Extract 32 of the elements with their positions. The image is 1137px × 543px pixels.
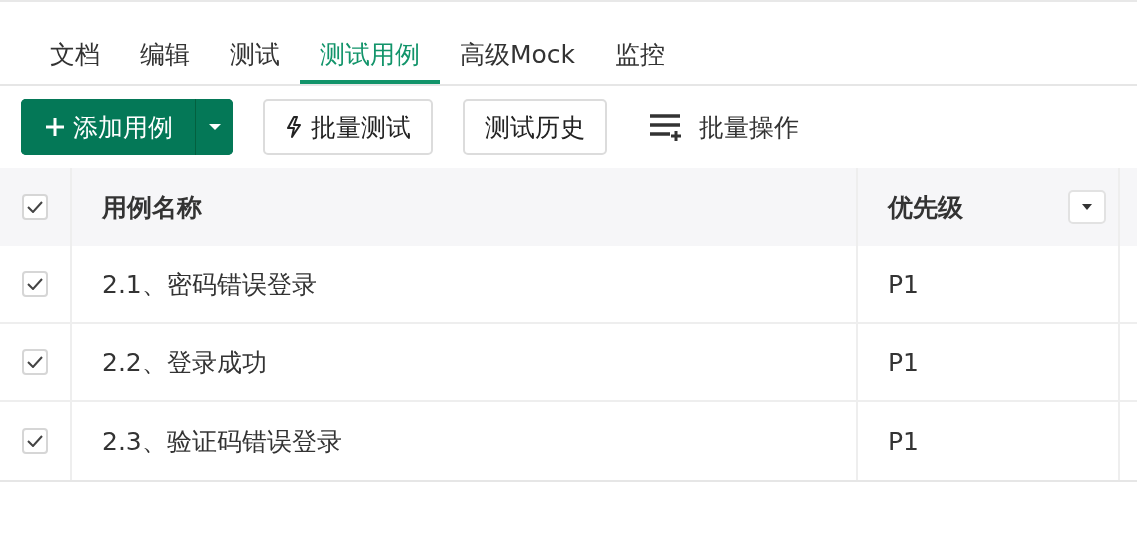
filter-dropdown-button[interactable] <box>1068 190 1106 224</box>
batch-operations-button[interactable]: 批量操作 <box>643 109 805 145</box>
checkbox[interactable] <box>22 428 48 454</box>
tab[interactable]: 测试 <box>210 28 300 84</box>
table-cell-text: 2.1、密码错误登录 <box>102 268 317 301</box>
plus-icon <box>45 117 65 137</box>
table-cell: P1 <box>888 269 919 299</box>
checkmark-icon <box>27 356 43 368</box>
tab[interactable]: 监控 <box>595 28 686 84</box>
tab[interactable]: 编辑 <box>120 28 210 84</box>
table-cell: P1 <box>888 347 919 377</box>
table-cell: P1 <box>888 426 919 456</box>
batch-test-button[interactable]: 批量测试 <box>263 99 433 155</box>
tab[interactable]: 测试用例 <box>300 28 440 84</box>
tab[interactable]: 高级Mock <box>440 28 596 84</box>
lightning-icon <box>285 116 303 138</box>
list-icon <box>649 113 683 141</box>
checkmark-icon <box>27 201 43 213</box>
checkbox[interactable] <box>22 271 48 297</box>
dropdown-button[interactable] <box>195 99 233 155</box>
checkbox[interactable] <box>22 349 48 375</box>
checkbox[interactable] <box>22 194 48 220</box>
checkmark-icon <box>27 435 43 447</box>
column-header: 优先级 <box>888 191 963 224</box>
caret-icon <box>207 123 222 131</box>
checkmark-icon <box>27 278 43 290</box>
column-header: 用例名称 <box>102 191 202 224</box>
test-history-button[interactable]: 测试历史 <box>463 99 607 155</box>
table-cell-text: 2.2、登录成功 <box>102 346 267 379</box>
table-cell-text: 2.3、验证码错误登录 <box>102 425 342 458</box>
tab[interactable]: 文档 <box>30 28 120 84</box>
caret-icon <box>1082 204 1092 210</box>
